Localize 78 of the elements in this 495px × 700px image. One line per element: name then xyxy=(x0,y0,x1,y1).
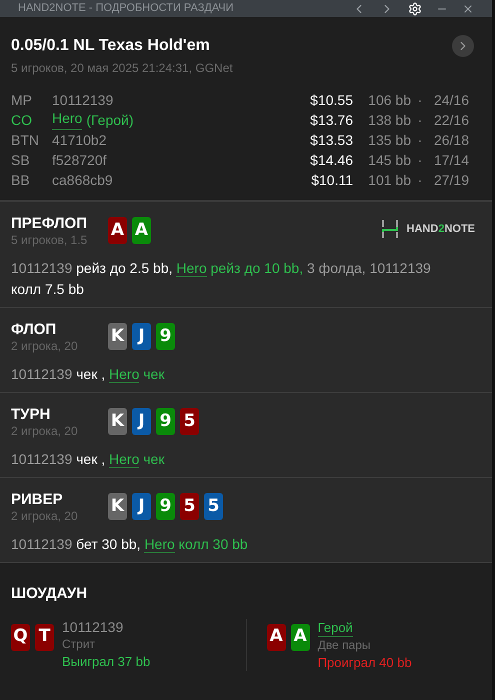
playing-card: K xyxy=(108,408,127,435)
playing-card: K xyxy=(108,323,127,350)
player-money: $10.11 xyxy=(311,171,353,190)
separator-dot: · xyxy=(416,171,424,190)
hand-rank: Две пары xyxy=(318,636,372,654)
action-text: 10112139 чек , Hero чек xyxy=(11,450,166,470)
player-stats: 17/14 xyxy=(432,151,469,170)
street-title: ПРЕФЛОП xyxy=(11,215,88,233)
player-stack: 106 bb xyxy=(367,91,411,110)
separator-dot: · xyxy=(416,131,424,150)
settings-icon[interactable] xyxy=(408,2,422,16)
player-name: f528720f xyxy=(52,151,106,170)
player-money: $14.46 xyxy=(310,151,353,170)
player-stack: 145 bb xyxy=(367,151,411,170)
street-title: РИВЕР xyxy=(11,491,64,509)
street-info: 2 игрока, 20 xyxy=(11,424,79,438)
playing-card: A xyxy=(132,217,151,244)
street-title: ФЛОП xyxy=(11,321,58,339)
player-name: 10112139 xyxy=(62,618,124,636)
street-info: 2 игрока, 20 xyxy=(11,509,79,523)
playing-card: A xyxy=(266,624,286,650)
next-button[interactable] xyxy=(452,35,474,57)
player-stats: 22/16 xyxy=(432,111,469,130)
player-money: $13.76 xyxy=(310,111,353,130)
player-stats: 27/19 xyxy=(432,171,469,190)
street-info: 2 игрока, 20 xyxy=(11,339,79,353)
result-text: Проиграл 40 bb xyxy=(318,654,412,670)
playing-card: 9 xyxy=(156,408,175,435)
separator-dot: · xyxy=(416,151,424,170)
game-subtitle: 5 игроков, 20 мая 2025 21:24:31, GGNet xyxy=(11,60,234,77)
player-link[interactable]: Hero xyxy=(52,110,82,130)
playing-card: 9 xyxy=(156,323,175,350)
player-stats: 26/18 xyxy=(432,131,469,150)
result-text: Выиграл 37 bb xyxy=(62,652,150,670)
player-stack: 138 bb xyxy=(367,111,411,130)
playing-card: J xyxy=(132,323,151,350)
player-name: ca868cb9 xyxy=(52,171,113,190)
playing-card: 5 xyxy=(180,493,199,520)
player-stack: 101 bb xyxy=(367,171,411,190)
street-info: 5 игроков, 1.5 xyxy=(11,233,88,247)
player-money: $13.53 xyxy=(310,131,353,150)
player-money: $10.55 xyxy=(310,91,353,110)
playing-card: A xyxy=(108,217,127,244)
position-label: SB xyxy=(11,151,31,170)
action-text: 10112139 рейз до 2.5 bb, Hero рейз до 10 bb, 3 фолда, 10112139 колл 7.5 bb xyxy=(11,259,432,299)
logo-text: 2 xyxy=(438,222,444,237)
player-note: (Герой) xyxy=(86,111,134,130)
hand-rank: Стрит xyxy=(62,636,96,652)
playing-card: J xyxy=(132,493,151,520)
playing-card: 9 xyxy=(156,493,175,520)
player-name: 41710b2 xyxy=(52,131,107,150)
logo-text: NOTE xyxy=(444,222,475,237)
playing-card: Q xyxy=(11,624,30,650)
position-label: BTN xyxy=(11,131,40,150)
playing-card: 5 xyxy=(180,408,199,435)
playing-card: J xyxy=(132,408,151,435)
position-label: CO xyxy=(11,111,33,130)
logo-text: HAND xyxy=(406,222,438,237)
game-title: 0.05/0.1 NL Texas Hold'em xyxy=(11,36,210,56)
street-title: ТУРН xyxy=(11,406,52,424)
playing-card: T xyxy=(35,624,54,650)
playing-card: K xyxy=(108,493,127,520)
logo-icon xyxy=(380,219,399,239)
player-link[interactable]: Герой xyxy=(318,618,353,636)
player-stack: 135 bb xyxy=(367,131,411,150)
separator-dot: · xyxy=(416,91,424,110)
player-stats: 24/16 xyxy=(432,91,469,110)
player-name: 10112139 xyxy=(52,91,114,110)
action-text: 10112139 чек , Hero чек xyxy=(11,365,166,385)
playing-card: 5 xyxy=(204,493,223,520)
position-label: BB xyxy=(11,171,31,190)
showdown-title: ШОУДАУН xyxy=(11,584,88,604)
separator-dot: · xyxy=(416,111,424,130)
close-icon[interactable] xyxy=(462,2,474,14)
action-text: 10112139 бет 30 bb, Hero колл 30 bb xyxy=(11,535,249,555)
window-title: HAND2NOTE - ПОДРОБНОСТИ РАЗДАЧИ xyxy=(18,3,234,14)
position-label: MP xyxy=(11,91,33,110)
playing-card: A xyxy=(290,624,310,650)
